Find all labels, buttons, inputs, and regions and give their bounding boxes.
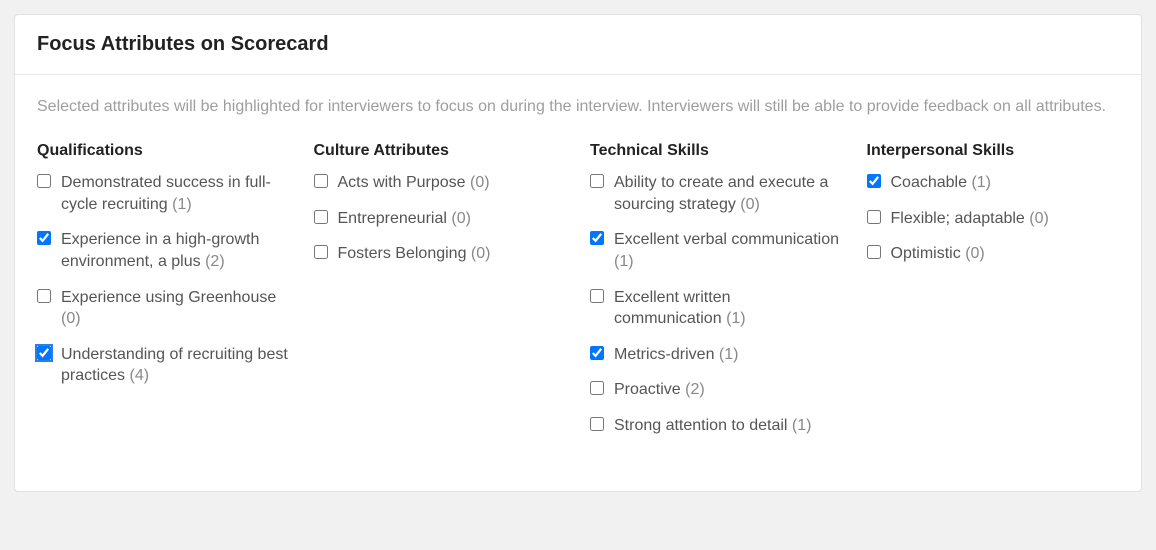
attribute-text: Optimistic (891, 245, 961, 262)
attribute-text: Fosters Belonging (338, 245, 467, 262)
attribute-count: (0) (451, 210, 471, 227)
column-heading: Interpersonal Skills (867, 142, 1120, 160)
attribute-column: Culture AttributesActs with Purpose (0)E… (314, 142, 567, 450)
attribute-label: Excellent verbal communication (1) (614, 229, 843, 272)
attribute-column: Technical Skills Ability to create and ex… (590, 142, 843, 450)
attribute-text: Entrepreneurial (338, 210, 447, 227)
attribute-item[interactable]: Entrepreneurial (0) (314, 208, 567, 230)
attribute-item[interactable]: Ability to create and execute a sourcing… (590, 172, 843, 215)
attribute-count: (1) (971, 174, 991, 191)
attribute-item[interactable]: Demonstrated success in full-cycle recru… (37, 172, 290, 215)
attribute-item[interactable]: Excellent written communication (1) (590, 287, 843, 330)
attribute-checkbox[interactable] (867, 210, 881, 224)
attribute-label: Strong attention to detail (1) (614, 415, 811, 437)
attribute-item[interactable]: Acts with Purpose (0) (314, 172, 567, 194)
attribute-checkbox[interactable] (37, 289, 51, 303)
attribute-text: Flexible; adaptable (891, 210, 1025, 227)
attribute-label: Coachable (1) (891, 172, 992, 194)
attribute-label: Understanding of recruiting best practic… (61, 344, 290, 387)
card-description: Selected attributes will be highlighted … (37, 95, 1119, 118)
attribute-column: Qualifications Demonstrated success in fu… (37, 142, 290, 450)
attribute-label: Optimistic (0) (891, 243, 985, 265)
attribute-checkbox[interactable] (37, 231, 51, 245)
attribute-item[interactable]: Flexible; adaptable (0) (867, 208, 1120, 230)
attribute-checkbox[interactable] (314, 210, 328, 224)
attribute-count: (1) (614, 253, 634, 270)
attribute-text: Experience using Greenhouse (61, 289, 276, 306)
attribute-count: (2) (205, 253, 225, 270)
attribute-text: Excellent verbal communication (614, 231, 839, 248)
attribute-count: (1) (792, 417, 812, 434)
attribute-label: Ability to create and execute a sourcing… (614, 172, 843, 215)
attribute-checkbox[interactable] (867, 245, 881, 259)
attribute-item[interactable]: Proactive (2) (590, 379, 843, 401)
attribute-item[interactable]: Optimistic (0) (867, 243, 1120, 265)
attribute-label: Flexible; adaptable (0) (891, 208, 1049, 230)
attribute-item[interactable]: Experience in a high-growth environment,… (37, 229, 290, 272)
attribute-count: (1) (719, 346, 739, 363)
attribute-count: (4) (129, 367, 149, 384)
attribute-label: Acts with Purpose (0) (338, 172, 490, 194)
attribute-text: Ability to create and execute a sourcing… (614, 174, 828, 213)
attribute-text: Acts with Purpose (338, 174, 466, 191)
attribute-count: (1) (726, 310, 746, 327)
attribute-count: (0) (471, 245, 491, 262)
attribute-text: Excellent written communication (614, 289, 731, 328)
attribute-count: (0) (1029, 210, 1049, 227)
attribute-count: (0) (740, 196, 760, 213)
attribute-checkbox[interactable] (590, 231, 604, 245)
focus-attributes-card: Focus Attributes on Scorecard Selected a… (14, 14, 1142, 492)
attribute-count: (0) (61, 310, 81, 327)
column-heading: Qualifications (37, 142, 290, 160)
attribute-item[interactable]: Metrics-driven (1) (590, 344, 843, 366)
attribute-label: Metrics-driven (1) (614, 344, 738, 366)
attribute-text: Understanding of recruiting best practic… (61, 346, 288, 385)
attribute-label: Fosters Belonging (0) (338, 243, 491, 265)
attribute-checkbox[interactable] (314, 174, 328, 188)
attribute-label: Experience in a high-growth environment,… (61, 229, 290, 272)
attribute-text: Strong attention to detail (614, 417, 787, 434)
attribute-checkbox[interactable] (867, 174, 881, 188)
attribute-label: Excellent written communication (1) (614, 287, 843, 330)
attribute-checkbox[interactable] (590, 346, 604, 360)
attribute-count: (2) (685, 381, 705, 398)
attribute-text: Proactive (614, 381, 681, 398)
attribute-checkbox[interactable] (590, 289, 604, 303)
attribute-item[interactable]: Experience using Greenhouse (0) (37, 287, 290, 330)
attribute-count: (0) (470, 174, 490, 191)
attribute-column: Interpersonal Skills Coachable (1) Flexibl… (867, 142, 1120, 450)
attribute-text: Coachable (891, 174, 968, 191)
attribute-item[interactable]: Strong attention to detail (1) (590, 415, 843, 437)
card-title: Focus Attributes on Scorecard (37, 33, 1119, 56)
attribute-columns: Qualifications Demonstrated success in fu… (37, 142, 1119, 450)
attribute-count: (1) (172, 196, 192, 213)
card-body: Selected attributes will be highlighted … (15, 75, 1141, 491)
attribute-checkbox[interactable] (590, 174, 604, 188)
attribute-item[interactable]: Coachable (1) (867, 172, 1120, 194)
attribute-label: Demonstrated success in full-cycle recru… (61, 172, 290, 215)
attribute-text: Demonstrated success in full-cycle recru… (61, 174, 271, 213)
attribute-label: Proactive (2) (614, 379, 705, 401)
attribute-text: Experience in a high-growth environment,… (61, 231, 259, 270)
attribute-count: (0) (965, 245, 985, 262)
attribute-text: Metrics-driven (614, 346, 714, 363)
attribute-item[interactable]: Fosters Belonging (0) (314, 243, 567, 265)
attribute-checkbox[interactable] (590, 381, 604, 395)
attribute-label: Entrepreneurial (0) (338, 208, 471, 230)
column-heading: Culture Attributes (314, 142, 567, 160)
attribute-checkbox[interactable] (590, 417, 604, 431)
attribute-checkbox[interactable] (37, 174, 51, 188)
attribute-item[interactable]: Understanding of recruiting best practic… (37, 344, 290, 387)
attribute-item[interactable]: Excellent verbal communication (1) (590, 229, 843, 272)
column-heading: Technical Skills (590, 142, 843, 160)
card-header: Focus Attributes on Scorecard (15, 15, 1141, 75)
attribute-checkbox[interactable] (314, 245, 328, 259)
attribute-label: Experience using Greenhouse (0) (61, 287, 290, 330)
attribute-checkbox[interactable] (37, 346, 51, 360)
